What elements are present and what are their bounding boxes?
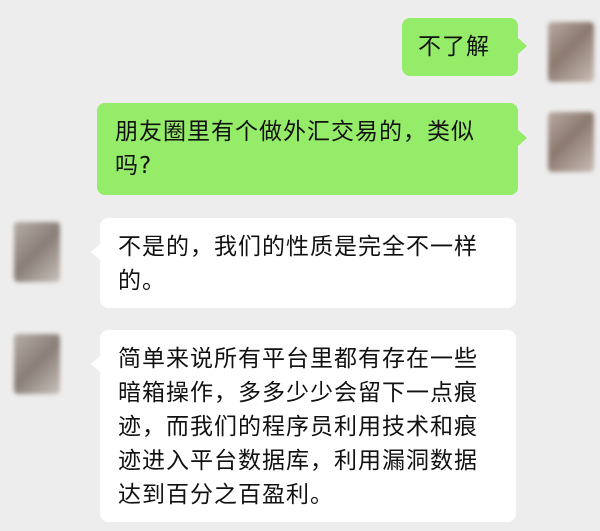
message-bubble-received: 不是的，我们的性质是完全不一样的。 <box>100 218 516 308</box>
message-bubble-sent: 不了解 <box>402 18 518 76</box>
message-text: 朋友圈里有个做外汇交易的，类似吗? <box>115 119 475 179</box>
message-bubble-received: 简单来说所有平台里都有存在一些暗箱操作，多多少少会留下一点痕迹，而我们的程序员利… <box>100 330 516 522</box>
contact-avatar-other[interactable] <box>14 222 60 282</box>
bubble-tail <box>518 38 527 54</box>
contact-avatar-other[interactable] <box>14 334 60 394</box>
bubble-tail <box>91 356 100 372</box>
message-bubble-sent: 朋友圈里有个做外汇交易的，类似吗? <box>97 103 518 195</box>
message-text: 不了解 <box>418 34 490 60</box>
bubble-tail <box>91 244 100 260</box>
message-text: 不是的，我们的性质是完全不一样的。 <box>118 234 478 294</box>
contact-avatar-self[interactable] <box>548 112 594 172</box>
message-text: 简单来说所有平台里都有存在一些暗箱操作，多多少少会留下一点痕迹，而我们的程序员利… <box>118 346 478 508</box>
contact-avatar-self[interactable] <box>548 22 594 82</box>
bubble-tail <box>518 130 527 146</box>
